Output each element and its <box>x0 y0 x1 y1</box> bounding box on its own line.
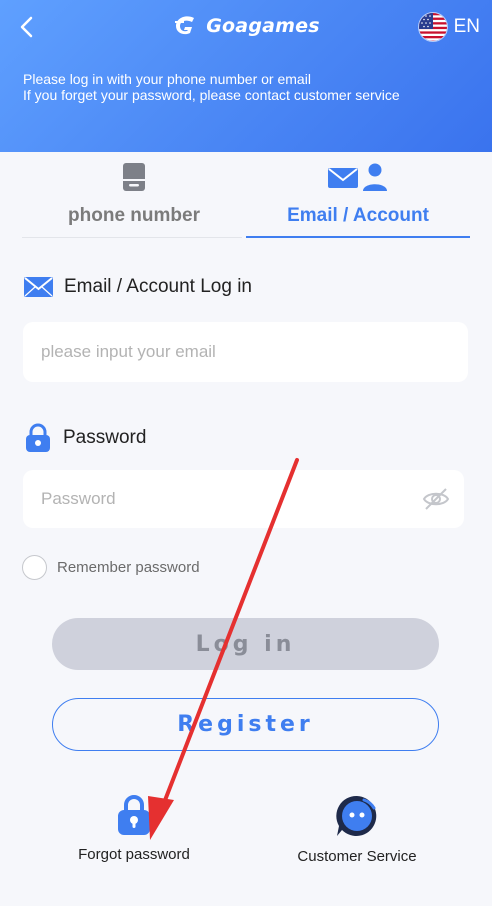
tab-phone-divider <box>22 237 242 238</box>
chat-bot-icon <box>336 795 377 836</box>
envelope-icon <box>24 277 53 297</box>
login-button[interactable]: Log in <box>52 618 439 670</box>
password-label-text: Password <box>63 427 147 448</box>
notice-line-1: Please log in with your phone number or … <box>23 71 311 87</box>
email-account-icon <box>328 163 387 191</box>
brand-name: Goagames <box>206 15 320 37</box>
tab-email-account[interactable]: Email / Account <box>246 158 470 238</box>
password-input[interactable] <box>41 470 421 528</box>
us-flag-icon <box>417 12 448 42</box>
phone-icon <box>123 163 145 191</box>
tab-email-active-indicator <box>246 236 470 238</box>
login-notice: Please log in with your phone number or … <box>23 71 400 103</box>
remember-label: Remember password <box>57 559 200 576</box>
tab-email-label: Email / Account <box>287 205 429 226</box>
lock-key-icon <box>118 795 150 835</box>
header-banner: Goagames EN Please log in with your phon… <box>0 0 492 152</box>
email-input[interactable] <box>41 322 421 382</box>
email-field[interactable] <box>23 322 468 382</box>
tab-phone-label: phone number <box>68 205 200 226</box>
login-method-tabs: phone number Email / Account <box>22 158 470 238</box>
forgot-password-label: Forgot password <box>78 846 190 863</box>
forgot-password-link[interactable]: Forgot password <box>64 794 204 863</box>
toggle-password-visibility[interactable] <box>422 486 450 512</box>
eye-off-icon <box>422 488 450 510</box>
language-label: EN <box>453 16 480 37</box>
logo-mark-icon <box>175 16 195 35</box>
register-button[interactable]: Register <box>52 698 439 751</box>
password-field[interactable] <box>23 470 464 528</box>
email-field-label: Email / Account Log in <box>23 276 252 298</box>
remember-password-checkbox[interactable]: Remember password <box>22 555 200 580</box>
customer-service-label: Customer Service <box>297 848 417 865</box>
remember-radio[interactable] <box>22 555 47 580</box>
email-label-text: Email / Account Log in <box>64 276 252 297</box>
lock-icon <box>26 423 50 452</box>
language-selector[interactable]: EN <box>417 12 480 42</box>
password-field-label: Password <box>23 423 146 453</box>
tab-phone-number[interactable]: phone number <box>22 158 246 238</box>
notice-line-2: If you forget your password, please cont… <box>23 87 400 103</box>
customer-service-link[interactable]: Customer Service <box>282 794 432 865</box>
